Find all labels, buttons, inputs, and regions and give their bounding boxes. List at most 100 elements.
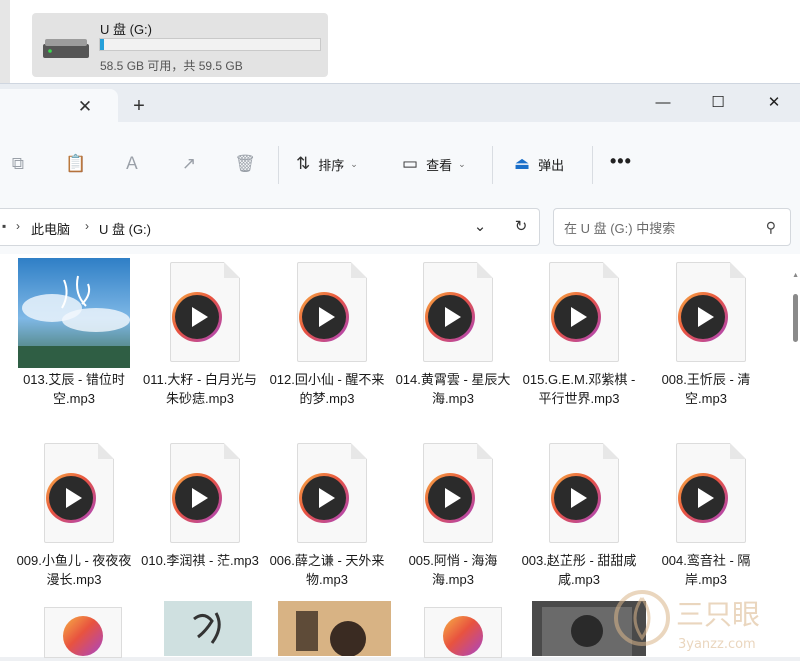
album-cover-partial[interactable] xyxy=(164,601,252,656)
media-file-icon xyxy=(405,439,501,549)
toolbar-divider xyxy=(492,146,493,184)
media-play-icon xyxy=(299,473,349,523)
watermark-subtext: 3yanzz.com xyxy=(678,637,756,652)
file-item[interactable]: 011.大籽 - 白月光与朱砂痣.mp3 xyxy=(139,258,261,408)
file-name: 006.薛之谦 - 天外来物.mp3 xyxy=(269,553,385,587)
drive-name: U 盘 (G:) xyxy=(100,22,152,37)
media-file-icon xyxy=(152,258,248,368)
address-dropdown-icon[interactable]: ⌄ xyxy=(467,214,493,240)
media-file-icon xyxy=(531,258,627,368)
scroll-up-icon[interactable]: ▲ xyxy=(792,272,799,279)
media-play-icon xyxy=(425,473,475,523)
title-bar: ✕ + — ☐ ✕ xyxy=(0,84,800,123)
media-play-icon xyxy=(299,292,349,342)
command-bar: ⧉ 📋 Ａ ↗ 🗑 ⇅ 排序 ⌄ ▭ 查看 ⌄ ⏏ 弹出 ••• xyxy=(0,122,800,206)
minimize-button[interactable]: — xyxy=(643,90,683,116)
media-play-icon xyxy=(678,292,728,342)
drive-free-space: 58.5 GB 可用，共 59.5 GB xyxy=(100,59,243,73)
file-icon-partial[interactable] xyxy=(424,607,502,658)
file-item[interactable]: 008.王忻辰 - 清空.mp3 xyxy=(645,258,767,408)
chevron-down-icon: ⌄ xyxy=(350,158,358,169)
eject-icon: ⏏ xyxy=(514,154,531,173)
file-icon-partial[interactable] xyxy=(44,607,122,658)
background-sidebar xyxy=(0,0,10,84)
file-name: 003.赵芷彤 - 甜甜咸咸.mp3 xyxy=(521,553,637,587)
media-file-icon xyxy=(658,439,754,549)
media-play-icon xyxy=(46,473,96,523)
calligraphy-cover-art xyxy=(193,612,221,644)
paste-icon[interactable]: 📋 xyxy=(64,152,88,176)
file-name: 008.王忻辰 - 清空.mp3 xyxy=(661,372,751,406)
explorer-window: ✕ + — ☐ ✕ ⧉ 📋 Ａ ↗ 🗑 ⇅ 排序 ⌄ ▭ 查看 ⌄ ⏏ 弹出 •… xyxy=(0,83,800,657)
media-play-icon xyxy=(172,473,222,523)
drive-usage-bar xyxy=(99,38,321,51)
tab-close-icon[interactable]: ✕ xyxy=(74,96,96,118)
media-play-icon xyxy=(443,616,483,656)
new-tab-icon[interactable]: + xyxy=(128,96,150,118)
address-bar[interactable]: ▪ › 此电脑 › U 盘 (G:) ⌄ ↻ xyxy=(0,208,540,246)
media-play-icon xyxy=(425,292,475,342)
file-item[interactable]: 013.艾辰 - 错位时空.mp3 xyxy=(13,258,135,408)
file-item[interactable]: 009.小鱼儿 - 夜夜夜漫长.mp3 xyxy=(13,439,135,589)
sort-label: 排序 xyxy=(318,157,345,173)
file-item[interactable]: 005.阿悄 - 海海海.mp3 xyxy=(392,439,514,589)
media-file-icon xyxy=(405,258,501,368)
drive-tile-g[interactable]: U 盘 (G:) 58.5 GB 可用，共 59.5 GB xyxy=(32,13,328,77)
sort-icon: ⇅ xyxy=(296,154,311,173)
file-name: 012.回小仙 - 醒不来的梦.mp3 xyxy=(269,372,385,406)
file-item[interactable]: 012.回小仙 - 醒不来的梦.mp3 xyxy=(266,258,388,408)
search-box[interactable]: ⚲ xyxy=(553,208,791,246)
file-name: 004.鸾音社 - 隔岸.mp3 xyxy=(661,553,751,587)
background-window: U 盘 (G:) 58.5 GB 可用，共 59.5 GB xyxy=(0,0,800,88)
close-button[interactable]: ✕ xyxy=(754,90,794,116)
file-item[interactable]: 004.鸾音社 - 隔岸.mp3 xyxy=(645,439,767,589)
chevron-right-icon: › xyxy=(85,219,89,233)
media-file-icon xyxy=(658,258,754,368)
file-name: 015.G.E.M.邓紫棋 - 平行世界.mp3 xyxy=(522,372,636,406)
copy-icon[interactable]: ⧉ xyxy=(6,152,30,176)
sort-button[interactable]: ⇅ 排序 ⌄ xyxy=(296,149,358,179)
refresh-icon[interactable]: ↻ xyxy=(508,214,534,240)
file-item[interactable]: 003.赵芷彤 - 甜甜咸咸.mp3 xyxy=(518,439,640,589)
album-cover-thumbnail xyxy=(18,258,130,368)
file-name: 014.黄霄雲 - 星辰大海.mp3 xyxy=(395,372,511,406)
sky-cover-art xyxy=(18,258,130,368)
toolbar-divider xyxy=(278,146,279,184)
view-label: 查看 xyxy=(426,157,453,173)
view-icon: ▭ xyxy=(402,154,419,173)
breadcrumb-this-pc[interactable]: 此电脑 xyxy=(31,219,70,238)
media-play-icon xyxy=(678,473,728,523)
file-item[interactable]: 015.G.E.M.邓紫棋 - 平行世界.mp3 xyxy=(518,258,640,408)
search-input[interactable] xyxy=(562,217,756,239)
delete-icon[interactable]: 🗑 xyxy=(233,152,257,176)
share-icon[interactable]: ↗ xyxy=(177,152,201,176)
scroll-thumb[interactable] xyxy=(793,294,798,342)
breadcrumb-drive[interactable]: U 盘 (G:) xyxy=(99,219,151,238)
chevron-down-icon: ⌄ xyxy=(458,158,466,169)
tab-current[interactable]: ✕ xyxy=(0,89,118,123)
chevron-right-icon: › xyxy=(16,219,20,233)
more-options-button[interactable]: ••• xyxy=(610,151,632,172)
eject-button[interactable]: ⏏ 弹出 xyxy=(514,149,564,179)
file-item[interactable]: 010.李润祺 - 茫.mp3 xyxy=(139,439,261,570)
pc-icon: ▪ xyxy=(2,219,7,233)
toolbar-divider xyxy=(592,146,593,184)
watermark-logo: 三只眼 3yanzz.com xyxy=(608,588,800,656)
view-button[interactable]: ▭ 查看 ⌄ xyxy=(402,149,466,179)
file-item[interactable]: 006.薛之谦 - 天外来物.mp3 xyxy=(266,439,388,589)
maximize-button[interactable]: ☐ xyxy=(698,90,738,116)
file-name: 005.阿悄 - 海海海.mp3 xyxy=(408,553,498,587)
search-icon: ⚲ xyxy=(765,219,776,235)
file-name: 009.小鱼儿 - 夜夜夜漫长.mp3 xyxy=(16,553,132,587)
portrait-cover-art xyxy=(296,611,366,657)
file-item[interactable]: 014.黄霄雲 - 星辰大海.mp3 xyxy=(392,258,514,408)
rename-icon[interactable]: Ａ xyxy=(120,152,144,176)
media-file-icon xyxy=(279,439,375,549)
media-play-icon xyxy=(172,292,222,342)
media-play-icon xyxy=(551,473,601,523)
album-cover-partial[interactable] xyxy=(278,601,391,657)
watermark-text: 三只眼 xyxy=(676,598,760,631)
file-name: 010.李润祺 - 茫.mp3 xyxy=(141,553,259,568)
media-file-icon xyxy=(26,439,122,549)
media-play-icon xyxy=(551,292,601,342)
